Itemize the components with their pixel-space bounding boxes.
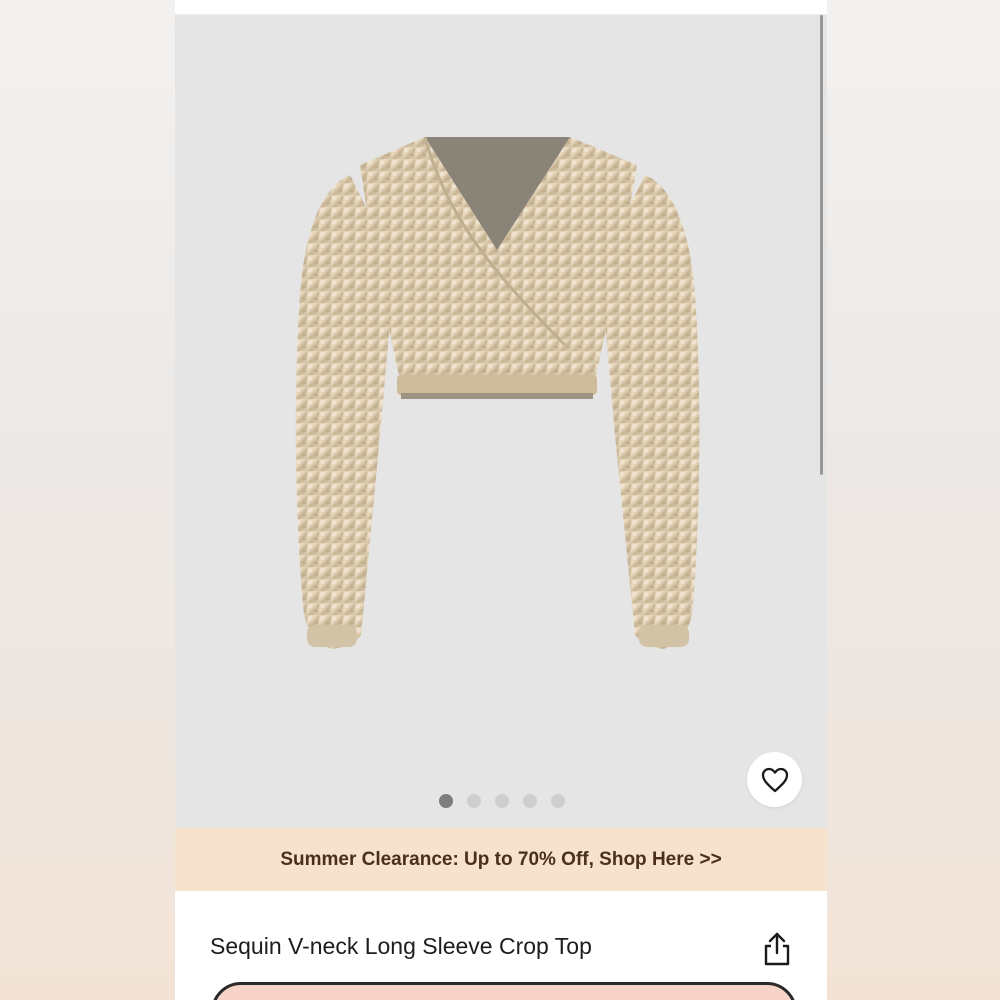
action-button[interactable] — [211, 982, 797, 1000]
favorite-button[interactable] — [747, 752, 802, 807]
pagination-dot[interactable] — [467, 794, 481, 808]
heart-outline-icon — [761, 767, 788, 792]
pagination-dot[interactable] — [439, 794, 453, 808]
app-screen: Summer Clearance: Up to 70% Off, Shop He… — [175, 0, 827, 1000]
share-button[interactable] — [761, 931, 793, 967]
product-title: Sequin V-neck Long Sleeve Crop Top — [210, 933, 592, 959]
top-bar — [175, 0, 827, 15]
scrollbar[interactable] — [820, 15, 823, 475]
product-gallery[interactable] — [175, 15, 827, 828]
product-info: Sequin V-neck Long Sleeve Crop Top — [175, 891, 827, 1000]
pagination-dot[interactable] — [523, 794, 537, 808]
product-image — [295, 136, 700, 649]
pagination-dot[interactable] — [551, 794, 565, 808]
promo-banner-text: Summer Clearance: Up to 70% Off, Shop He… — [280, 848, 722, 870]
promo-banner[interactable]: Summer Clearance: Up to 70% Off, Shop He… — [175, 828, 827, 891]
gallery-pagination — [439, 794, 565, 808]
share-icon — [764, 932, 790, 966]
pagination-dot[interactable] — [495, 794, 509, 808]
